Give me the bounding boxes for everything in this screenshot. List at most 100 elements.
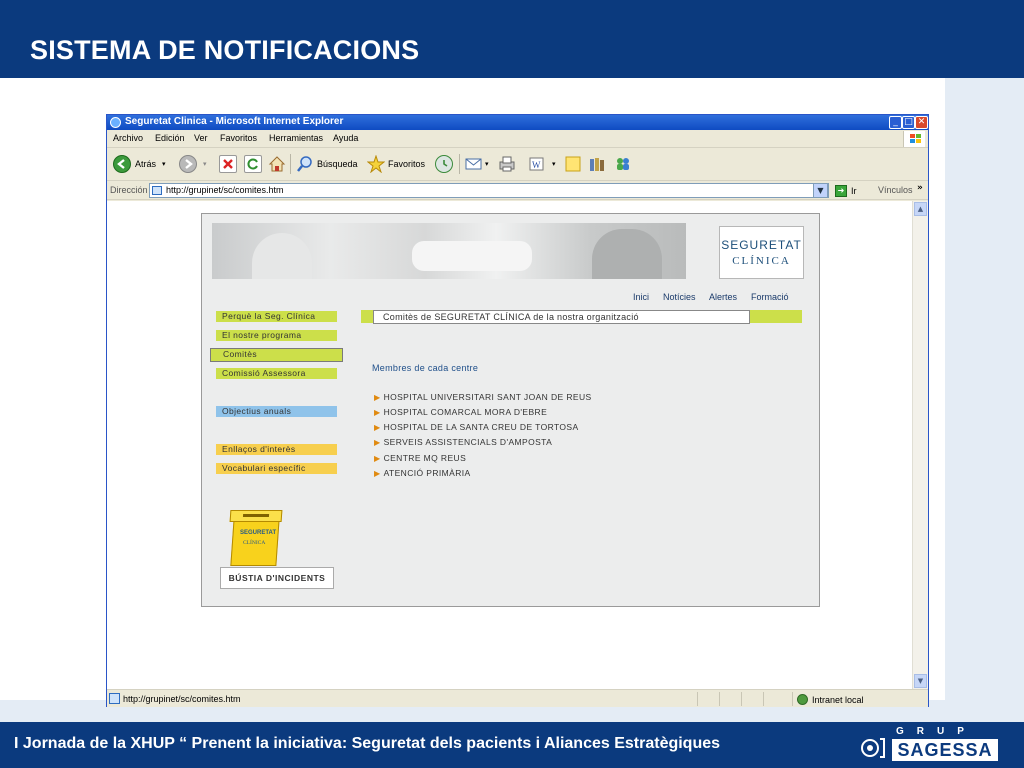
print-button[interactable] [498,153,516,175]
search-button[interactable]: Búsqueda [296,153,358,175]
menu-edicion[interactable]: Edición [155,133,185,143]
windows-logo-icon [903,131,925,147]
bullet-arrow-icon: ▶ [374,438,381,447]
star-icon [367,155,385,173]
menu-favoritos[interactable]: Favoritos [220,133,257,143]
hospital-label: ATENCIÓ PRIMÀRIA [383,468,471,478]
topnav-alertes[interactable]: Alertes [709,292,737,302]
hospital-link[interactable]: ▶ SERVEIS ASSISTENCIALS D'AMPOSTA [374,437,552,447]
go-arrow-icon: ➜ [835,184,847,197]
page-icon [152,186,162,195]
bullet-arrow-icon: ▶ [374,469,381,478]
hospital-link[interactable]: ▶ HOSPITAL DE LA SANTA CREU DE TORTOSA [374,422,579,432]
logo-sagessa-text: SAGESSA [892,739,998,761]
site-logo-line1: SEGURETAT [721,238,802,252]
menu-ver[interactable]: Ver [194,133,208,143]
topnav-formacio[interactable]: Formació [751,292,789,302]
messenger-button[interactable] [614,153,632,175]
home-icon [268,155,286,173]
bullet-arrow-icon: ▶ [374,454,381,463]
back-label: Atrás [135,159,157,169]
slide-footer: I Jornada de la XHUP “ Prenent la inicia… [0,722,1024,768]
zone-label: Intranet local [812,694,864,705]
vertical-scrollbar[interactable]: ▲ ▼ [912,201,928,689]
scroll-up-icon[interactable]: ▲ [914,202,927,216]
nav-comites[interactable]: Comitès [210,348,343,362]
slide-title: SISTEMA DE NOTIFICACIONS [30,35,420,65]
slide-header: SISTEMA DE NOTIFICACIONS [0,0,1024,78]
topnav-inici[interactable]: Inici [633,292,649,302]
research-button[interactable] [588,153,606,175]
page-status-icon [109,693,120,704]
bullet-arrow-icon: ▶ [374,393,381,402]
nav-el-nostre-programa[interactable]: El nostre programa [216,330,337,341]
stop-icon [219,155,237,173]
address-bar: Dirección http://grupinet/sc/comites.htm… [107,181,928,200]
address-dropdown-icon[interactable]: ▼ [813,183,828,198]
edit-dropdown-icon[interactable]: ▾ [552,160,556,168]
refresh-icon [244,155,262,173]
history-button[interactable] [435,153,453,175]
section-title: Comitès de SEGURETAT CLÍNICA de la nostr… [373,310,750,324]
history-icon [435,155,453,173]
address-input[interactable]: http://grupinet/sc/comites.htm [149,183,829,198]
site-logo[interactable]: SEGURETAT CLÍNICA [719,226,804,279]
mail-button[interactable]: ▾ [465,153,489,175]
security-zone: Intranet local [797,694,864,705]
refresh-button[interactable] [244,153,262,175]
note-icon [564,155,582,173]
maximize-icon[interactable]: □ [902,116,915,129]
books-icon [588,155,606,173]
toolbar: Atrás ▾ ▾ Búsqueda Favoritos ▾ W ▾ [107,148,928,181]
hospital-link[interactable]: ▶ CENTRE MQ REUS [374,453,466,463]
back-arrow-icon [113,155,131,173]
menu-herramientas[interactable]: Herramientas [269,133,323,143]
address-value: http://grupinet/sc/comites.htm [166,185,284,195]
browser-window: Seguretat Clinica - Microsoft Internet E… [106,114,929,707]
logo-grup-text: GRUP [896,726,977,737]
mailbox-brand-line1: SEGURETAT [240,530,277,536]
mailbox-icon[interactable]: SEGURETAT CLÍNICA [229,510,288,568]
hospital-label: CENTRE MQ REUS [383,453,467,463]
bullet-arrow-icon: ▶ [374,408,381,417]
home-button[interactable] [268,153,286,175]
nav-enllacos-interes[interactable]: Enllaços d'interès [216,444,337,455]
topnav-noticies[interactable]: Notícies [663,292,696,302]
site-logo-line2: CLÍNICA [732,255,791,267]
menu-bar: Archivo Edición Ver Favoritos Herramient… [107,130,928,148]
edit-button[interactable]: W ▾ [528,153,556,175]
hospital-link[interactable]: ▶ HOSPITAL COMARCAL MORA D'EBRE [374,407,547,417]
back-button[interactable]: Atrás ▾ [113,153,166,175]
discuss-button[interactable] [564,153,582,175]
menu-archivo[interactable]: Archivo [113,133,143,143]
favorites-button[interactable]: Favoritos [367,153,425,175]
go-button[interactable]: ➜ Ir [835,183,857,198]
close-icon[interactable]: ✕ [915,116,928,129]
mail-dropdown-icon[interactable]: ▾ [485,160,489,168]
nav-objectius-anuals[interactable]: Objectius anuals [216,406,337,417]
forward-button[interactable]: ▾ [179,153,207,175]
incident-mailbox-button[interactable]: BÚSTIA D'INCIDENTS [220,567,334,589]
links-chevron-icon[interactable]: » [917,183,923,193]
window-title: Seguretat Clinica - Microsoft Internet E… [125,116,344,127]
members-heading: Membres de cada centre [372,363,479,373]
section-header: Comitès de SEGURETAT CLÍNICA de la nostr… [361,310,802,324]
minimize-icon[interactable]: _ [889,116,902,129]
word-icon: W [528,155,546,173]
window-titlebar[interactable]: Seguretat Clinica - Microsoft Internet E… [107,115,928,130]
go-label: Ir [851,185,857,196]
nav-vocabulari-especific[interactable]: Vocabulari específic [216,463,337,474]
nav-comissio-assessora[interactable]: Comissió Assessora [216,368,337,379]
page-viewport: SEGURETAT CLÍNICA Inici Notícies Alertes… [107,201,912,689]
scroll-down-icon[interactable]: ▼ [914,674,927,688]
hospital-link[interactable]: ▶ ATENCIÓ PRIMÀRIA [374,468,471,478]
messenger-icon [614,155,632,173]
hospital-link[interactable]: ▶ HOSPITAL UNIVERSITARI SANT JOAN DE REUS [374,392,592,402]
back-dropdown-icon[interactable]: ▾ [162,160,166,168]
hospital-label: HOSPITAL UNIVERSITARI SANT JOAN DE REUS [383,392,592,402]
forward-dropdown-icon[interactable]: ▾ [203,160,207,168]
links-label[interactable]: Vínculos [878,185,913,195]
nav-perque-seg-clinica[interactable]: Perquè la Seg. Clínica [216,311,337,322]
stop-button[interactable] [219,153,237,175]
menu-ayuda[interactable]: Ayuda [333,133,358,143]
